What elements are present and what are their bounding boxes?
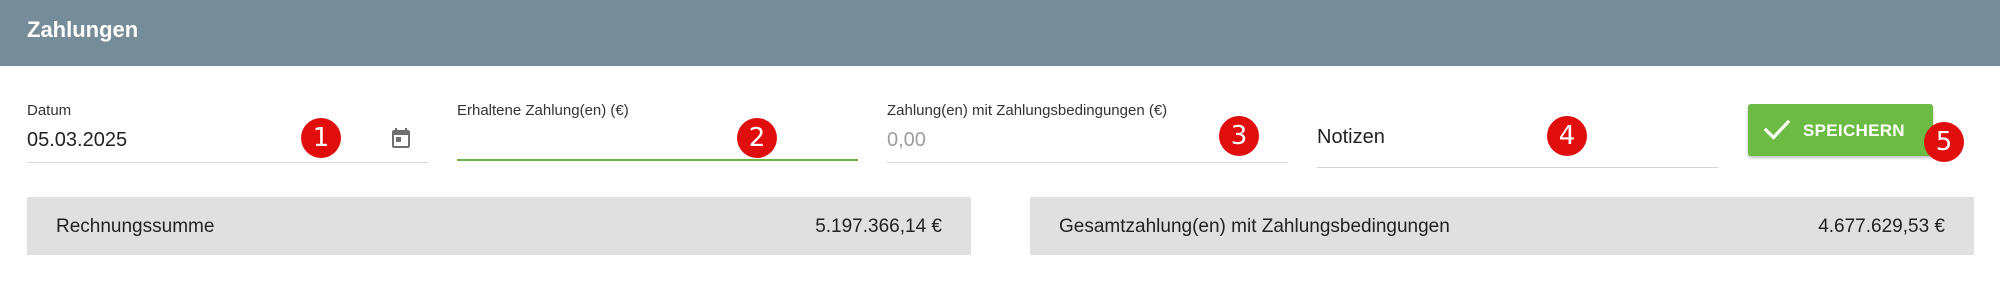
- payment-terms-underline: [887, 162, 1288, 163]
- calendar-icon[interactable]: [389, 126, 413, 150]
- invoice-total-value: 5.197.366,14 €: [815, 216, 942, 237]
- total-with-terms-box: Gesamtzahlung(en) mit Zahlungsbedingunge…: [1030, 197, 1974, 255]
- header-bar: Zahlungen: [0, 0, 2000, 66]
- total-with-terms-value: 4.677.629,53 €: [1818, 216, 1945, 237]
- annotation-marker: 1: [301, 118, 341, 158]
- save-button[interactable]: SPEICHERN: [1748, 104, 1933, 156]
- annotation-marker: 4: [1547, 116, 1587, 156]
- payment-terms-input[interactable]: 0,00: [887, 129, 926, 152]
- annotation-marker: 3: [1219, 116, 1259, 156]
- date-value[interactable]: 05.03.2025: [27, 129, 127, 152]
- annotation-marker: 2: [737, 118, 777, 158]
- invoice-total-label: Rechnungssumme: [56, 216, 215, 237]
- notes-underline: [1317, 167, 1718, 168]
- page-title: Zahlungen: [27, 17, 139, 42]
- payments-panel: Zahlungen Datum 05.03.2025 Erhaltene Zah…: [0, 0, 2000, 282]
- total-with-terms-label: Gesamtzahlung(en) mit Zahlungsbedingunge…: [1059, 216, 1450, 237]
- invoice-total-box: Rechnungssumme 5.197.366,14 €: [27, 197, 971, 255]
- date-label: Datum: [27, 102, 72, 119]
- check-icon: [1764, 119, 1790, 140]
- received-payment-underline: [457, 159, 858, 161]
- received-payment-label: Erhaltene Zahlung(en) (€): [457, 102, 629, 119]
- notes-input[interactable]: Notizen: [1317, 126, 1385, 149]
- payment-terms-label: Zahlung(en) mit Zahlungsbedingungen (€): [887, 102, 1168, 119]
- annotation-marker: 5: [1924, 122, 1964, 162]
- save-button-label: SPEICHERN: [1803, 121, 1905, 140]
- date-underline: [27, 162, 428, 163]
